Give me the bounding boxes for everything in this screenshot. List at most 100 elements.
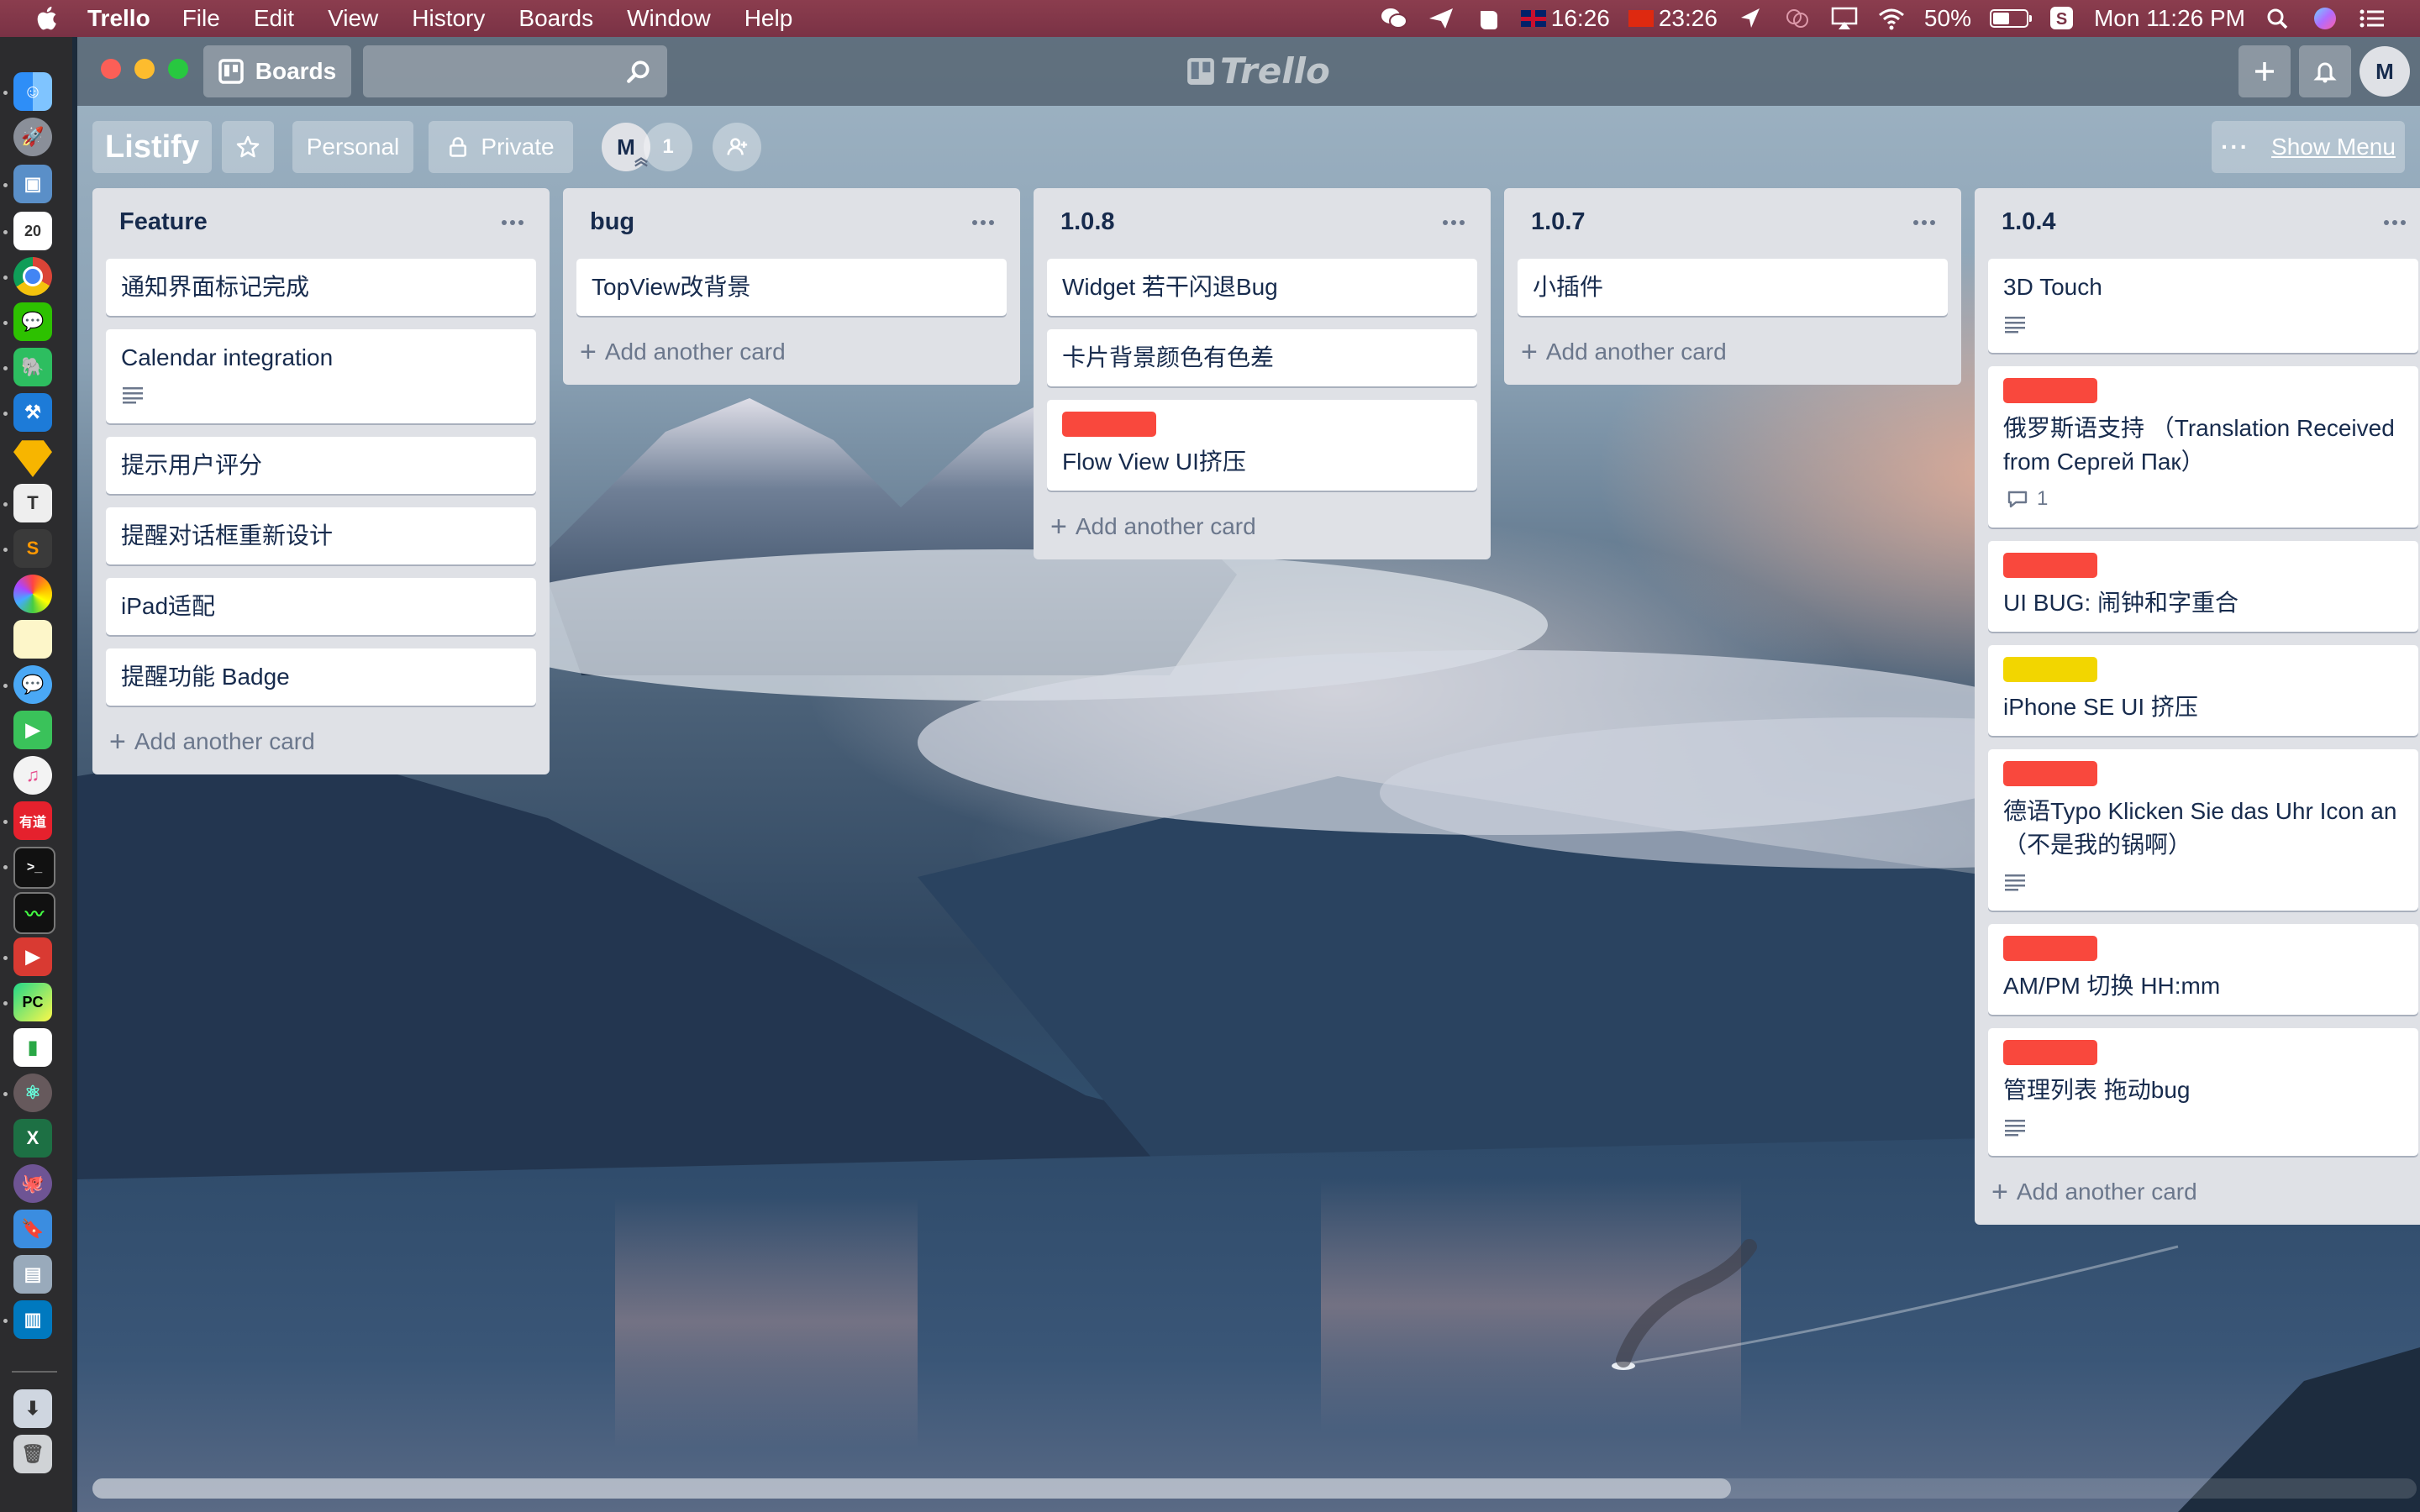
list-3[interactable]: 1.0.7 小插件 + Add another card — [1504, 188, 1961, 385]
card[interactable]: 提示用户评分 — [106, 437, 536, 494]
image-capture-icon[interactable]: ▤ — [13, 1255, 52, 1294]
board-title[interactable]: Listify — [92, 121, 212, 173]
card[interactable]: 提醒功能 Badge — [106, 648, 536, 706]
list-0[interactable]: Feature 通知界面标记完成 Calendar integration 提示用户评… — [92, 188, 550, 774]
messages-icon[interactable]: 💬 — [13, 665, 52, 704]
wechat-icon[interactable] — [1380, 6, 1408, 31]
pdf-reader-icon[interactable]: ▶ — [13, 937, 52, 976]
window-minimize-button[interactable] — [134, 59, 155, 79]
atom-icon[interactable]: ⚛ — [13, 1074, 52, 1112]
list-1[interactable]: bug TopView改背景 + Add another card — [563, 188, 1020, 385]
menu-help[interactable]: Help — [744, 5, 793, 32]
activity-monitor-icon[interactable]: 〰 — [13, 892, 55, 934]
card[interactable]: Calendar integration — [106, 329, 536, 423]
list-menu-icon[interactable] — [1907, 210, 1941, 235]
list-menu-icon[interactable] — [966, 210, 1000, 235]
menu-file[interactable]: File — [182, 5, 220, 32]
menu-window[interactable]: Window — [627, 5, 711, 32]
menu-app-trello[interactable]: Trello — [87, 5, 150, 32]
horizontal-scrollbar[interactable] — [92, 1478, 2417, 1499]
s-app-icon[interactable]: S — [2047, 6, 2075, 31]
send-icon[interactable] — [1427, 6, 1455, 31]
notifications-button[interactable] — [2299, 45, 2351, 97]
notification-center-icon[interactable] — [2358, 6, 2386, 31]
photos-icon[interactable] — [13, 575, 52, 613]
card[interactable]: 提醒对话框重新设计 — [106, 507, 536, 564]
add-card-button[interactable]: + Add another card — [1518, 329, 1948, 375]
card[interactable]: 卡片背景颜色有色差 — [1047, 329, 1477, 386]
list-menu-icon[interactable] — [1437, 210, 1470, 235]
evernote-dock-icon[interactable]: 🐘 — [13, 348, 52, 386]
list-2[interactable]: 1.0.8 Widget 若干闪退Bug 卡片背景颜色有色差 Flow View UI… — [1034, 188, 1491, 559]
user-avatar[interactable]: M — [2360, 46, 2410, 97]
sketch-icon[interactable] — [13, 440, 52, 477]
menu-boards[interactable]: Boards — [518, 5, 593, 32]
preview-icon[interactable]: ▣ — [13, 165, 52, 203]
airplay-icon[interactable] — [1830, 6, 1859, 31]
card[interactable]: 3D Touch — [1988, 259, 2418, 353]
battery-icon[interactable] — [1989, 9, 2032, 28]
card[interactable]: 通知界面标记完成 — [106, 259, 536, 316]
evernote-icon[interactable] — [1474, 6, 1502, 31]
add-card-button[interactable]: + Add another card — [106, 719, 536, 764]
trello-dock-icon[interactable]: ▥ — [13, 1300, 52, 1339]
numbers-icon[interactable]: ▮ — [13, 1028, 52, 1067]
battery-percent[interactable]: 50% — [1924, 5, 1971, 32]
card[interactable]: 小插件 — [1518, 259, 1948, 316]
facetime-icon[interactable]: ▶ — [13, 711, 52, 749]
create-button[interactable] — [2238, 45, 2291, 97]
pycharm-icon[interactable]: PC — [13, 983, 52, 1021]
location-arrow-icon[interactable] — [1736, 6, 1765, 31]
add-card-button[interactable]: + Add another card — [576, 329, 1007, 375]
list-title[interactable]: 1.0.7 — [1531, 208, 1586, 236]
finder-icon[interactable]: ☺ — [13, 72, 52, 111]
list-title[interactable]: bug — [590, 208, 634, 236]
xcode-icon[interactable]: ⚒ — [13, 393, 52, 432]
sublime-text-icon[interactable]: S — [13, 529, 52, 568]
list-menu-icon[interactable] — [2378, 210, 2412, 235]
menubar-datetime[interactable]: Mon 11:26 PM — [2094, 5, 2245, 32]
bookmark-app-icon[interactable]: 🔖 — [13, 1210, 52, 1248]
downloads-stack-icon[interactable]: ⬇ — [13, 1389, 52, 1428]
team-button[interactable]: Personal — [292, 121, 413, 173]
trash-icon[interactable]: 🗑 — [13, 1435, 52, 1473]
window-zoom-button[interactable] — [168, 59, 188, 79]
chrome-icon[interactable] — [13, 257, 52, 296]
add-card-button[interactable]: + Add another card — [1047, 504, 1477, 549]
boards-button[interactable]: Boards — [203, 45, 351, 97]
wifi-icon[interactable] — [1877, 6, 1906, 31]
list-4[interactable]: 1.0.4 3D Touch 俄罗斯语支持 （Translation Receive… — [1975, 188, 2420, 1225]
clock-cn[interactable]: 23:26 — [1628, 5, 1718, 32]
list-title[interactable]: Feature — [119, 208, 208, 236]
window-close-button[interactable] — [101, 59, 121, 79]
card[interactable]: TopView改背景 — [576, 259, 1007, 316]
overlap-circles-icon[interactable] — [1783, 6, 1812, 31]
card[interactable]: Flow View UI挤压 — [1047, 400, 1477, 491]
github-desktop-icon[interactable]: 🐙 — [13, 1164, 52, 1203]
menu-history[interactable]: History — [412, 5, 485, 32]
itunes-icon[interactable]: ♫ — [13, 756, 52, 795]
excel-icon[interactable]: X — [13, 1119, 52, 1158]
invite-member-button[interactable] — [713, 123, 761, 171]
list-title[interactable]: 1.0.8 — [1060, 208, 1115, 236]
card[interactable]: AM/PM 切换 HH:mm — [1988, 924, 2418, 1015]
menu-edit[interactable]: Edit — [254, 5, 294, 32]
add-card-button[interactable]: + Add another card — [1988, 1169, 2418, 1215]
launchpad-icon[interactable]: 🚀 — [13, 118, 52, 156]
visibility-button[interactable]: Private — [429, 121, 573, 173]
siri-icon[interactable] — [2311, 6, 2339, 31]
card[interactable]: 俄罗斯语支持 （Translation Received from Сергей… — [1988, 366, 2418, 528]
apple-icon[interactable] — [34, 4, 62, 33]
search-icon[interactable] — [625, 59, 652, 86]
youdao-icon[interactable]: 有道 — [13, 801, 52, 840]
list-title[interactable]: 1.0.4 — [2002, 208, 2056, 236]
wechat-dock-icon[interactable]: 💬 — [13, 302, 52, 341]
card[interactable]: 德语Typo Klicken Sie das Uhr Icon an （不是我的… — [1988, 749, 2418, 911]
card[interactable]: iPad适配 — [106, 578, 536, 635]
trello-logo[interactable]: Trello — [1186, 50, 1330, 92]
spotlight-search-icon[interactable] — [2264, 6, 2292, 31]
show-menu-button[interactable]: ··· Show Menu — [2212, 121, 2405, 173]
notes-icon[interactable] — [13, 620, 52, 659]
list-menu-icon[interactable] — [496, 210, 529, 235]
card[interactable]: iPhone SE UI 挤压 — [1988, 645, 2418, 736]
